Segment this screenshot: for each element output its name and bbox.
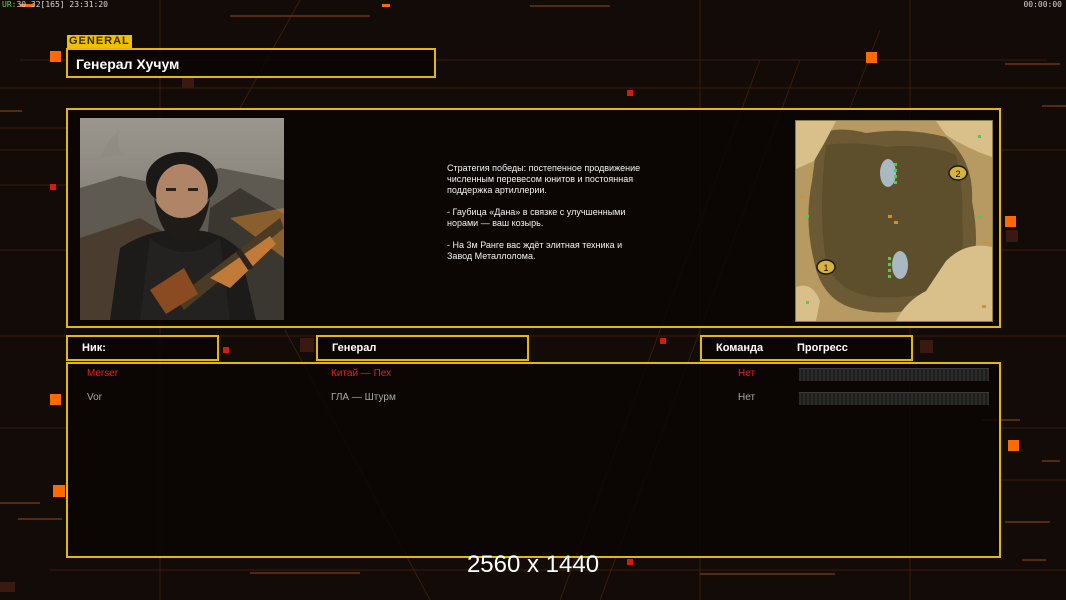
player-general: Китай — Пех: [331, 368, 392, 379]
status-bar-left: UR:30 32[165] 23:31:20: [2, 0, 108, 9]
player-nick: Vor: [87, 392, 103, 403]
general-tag: GENERAL: [67, 35, 132, 48]
column-team-progress-header: Команда Прогресс: [700, 335, 913, 361]
briefing-paragraph: - На 3м Ранге вас ждёт элитная техника и…: [447, 240, 623, 261]
start-position-1: 1: [823, 263, 828, 273]
resolution-watermark: 2560 x 1440: [466, 551, 600, 578]
player-progress-bar: [799, 368, 989, 381]
column-general-label: Генерал: [332, 342, 377, 354]
player-progress-bar: [799, 392, 989, 405]
player-team: Нет: [738, 368, 756, 379]
column-nick-label: Ник:: [82, 342, 106, 354]
player-team: Нет: [738, 392, 756, 403]
column-nick-header: Ник:: [66, 335, 219, 361]
general-portrait: [80, 118, 284, 320]
general-title-box: Генерал Хучум: [66, 48, 436, 78]
briefing-paragraph: - Гаубица «Дана» в связке с улучшенными …: [447, 207, 626, 228]
minimap-terrain: 2 1: [796, 121, 992, 321]
player-row: Vor ГЛА — Штурм Нет: [68, 390, 999, 408]
player-row: Merser Китай — Пех Нет: [68, 366, 999, 384]
minimap[interactable]: 2 1: [795, 120, 993, 322]
briefing-panel: Стратегия победы: постепенное продвижени…: [66, 108, 1001, 328]
player-general: ГЛА — Штурм: [331, 392, 396, 403]
briefing-text: Стратегия победы: постепенное продвижени…: [447, 163, 647, 273]
column-progress-label: Прогресс: [797, 342, 848, 354]
status-prefix: UR:: [2, 0, 17, 9]
status-bar-clock: 00:00:00: [1023, 0, 1062, 9]
status-values: 30 32[165] 23:31:20: [16, 0, 108, 9]
briefing-paragraph: Стратегия победы: постепенное продвижени…: [447, 163, 641, 195]
general-title: Генерал Хучум: [76, 56, 180, 72]
column-general-header: Генерал: [316, 335, 529, 361]
portrait-image: [80, 118, 284, 320]
player-nick: Merser: [87, 368, 119, 379]
players-list: Merser Китай — Пех Нет Vor ГЛА — Штурм Н…: [66, 362, 1001, 558]
column-team-label: Команда: [716, 342, 764, 354]
start-position-2: 2: [955, 169, 960, 179]
